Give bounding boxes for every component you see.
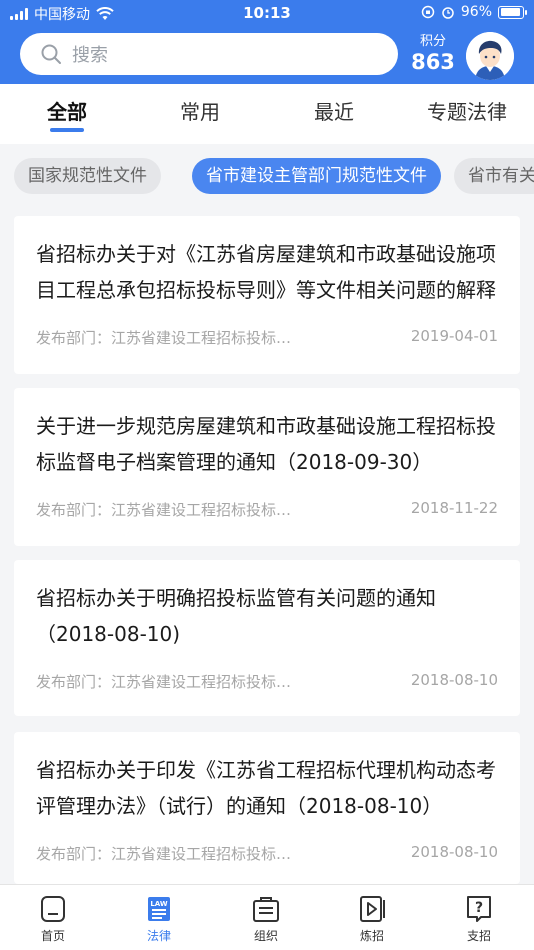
filter-chips: 国家规范性文件 省市建设主管部门规范性文件 省市有关 bbox=[0, 158, 534, 194]
article-date: 2018-08-10 bbox=[410, 843, 498, 861]
article-date: 2018-08-10 bbox=[410, 671, 498, 689]
tab-special-law[interactable]: 专题法律 bbox=[400, 96, 534, 125]
chip-national-docs[interactable]: 国家规范性文件 bbox=[14, 158, 161, 194]
nav-organization-label: 组织 bbox=[253, 929, 278, 943]
article-card[interactable]: 省招标办关于对《江苏省房屋建筑和市政基础设施项目工程总承包招标投标导则》等文件相… bbox=[14, 216, 520, 374]
search-bar[interactable]: 搜索 bbox=[20, 33, 398, 75]
points-value: 863 bbox=[411, 50, 455, 74]
svg-text:LAW: LAW bbox=[150, 900, 168, 908]
nav-law[interactable]: LAW 法律 bbox=[119, 893, 199, 944]
chip-provincial-related[interactable]: 省市有关 bbox=[454, 158, 534, 194]
search-placeholder: 搜索 bbox=[72, 45, 108, 66]
article-title: 省招标办关于明确招投标监管有关问题的通知（2018-08-10) bbox=[36, 586, 436, 646]
nav-home[interactable]: 首页 bbox=[13, 893, 93, 944]
alarm-icon bbox=[442, 7, 454, 19]
nav-practice[interactable]: 炼招 bbox=[332, 893, 412, 944]
nav-law-label: 法律 bbox=[146, 929, 171, 943]
nav-help[interactable]: ? 支招 bbox=[439, 893, 519, 944]
battery-percent: 96% bbox=[460, 4, 492, 20]
nav-help-label: 支招 bbox=[466, 929, 491, 943]
tab-common[interactable]: 常用 bbox=[133, 96, 267, 125]
avatar-icon bbox=[466, 32, 514, 80]
video-play-icon bbox=[360, 896, 385, 922]
article-dept: 发布部门：江苏省建设工程招标投标… bbox=[36, 845, 292, 863]
active-tab-indicator bbox=[50, 128, 84, 132]
rotation-lock-icon bbox=[421, 5, 435, 19]
law-icon: LAW bbox=[148, 897, 170, 921]
tab-all[interactable]: 全部 bbox=[0, 96, 134, 125]
app-header: 中国移动 10:13 96% 搜索 积分 863 bbox=[0, 0, 534, 84]
organization-icon bbox=[253, 897, 279, 922]
chip-provincial-docs[interactable]: 省市建设主管部门规范性文件 bbox=[192, 158, 441, 194]
points-display[interactable]: 积分 863 bbox=[408, 34, 458, 74]
svg-text:?: ? bbox=[475, 900, 483, 916]
help-icon: ? bbox=[467, 896, 491, 922]
article-title: 省招标办关于印发《江苏省工程招标代理机构动态考评管理办法》（试行）的通知（201… bbox=[36, 758, 496, 818]
bottom-nav: 首页 LAW 法律 组织 炼招 ? 支招 bbox=[0, 884, 534, 950]
article-card[interactable]: 省招标办关于明确招投标监管有关问题的通知（2018-08-10) 发布部门：江苏… bbox=[14, 560, 520, 716]
article-date: 2018-11-22 bbox=[410, 499, 498, 517]
nav-organization[interactable]: 组织 bbox=[226, 893, 306, 944]
category-tabs: 全部 常用 最近 专题法律 bbox=[0, 84, 534, 144]
article-title: 关于进一步规范房屋建筑和市政基础设施工程招标投标监督电子档案管理的通知（2018… bbox=[36, 414, 496, 474]
article-card[interactable]: 省招标办关于印发《江苏省工程招标代理机构动态考评管理办法》（试行）的通知（201… bbox=[14, 732, 520, 884]
battery-icon bbox=[498, 5, 527, 19]
article-dept: 发布部门：江苏省建设工程招标投标… bbox=[36, 673, 292, 691]
points-label: 积分 bbox=[419, 34, 446, 49]
article-title: 省招标办关于对《江苏省房屋建筑和市政基础设施项目工程总承包招标投标导则》等文件相… bbox=[36, 242, 496, 302]
search-icon bbox=[41, 44, 61, 64]
article-card[interactable]: 关于进一步规范房屋建筑和市政基础设施工程招标投标监督电子档案管理的通知（2018… bbox=[14, 388, 520, 546]
home-icon bbox=[41, 896, 65, 922]
nav-practice-label: 炼招 bbox=[359, 929, 384, 943]
user-avatar[interactable] bbox=[466, 32, 514, 80]
article-dept: 发布部门：江苏省建设工程招标投标… bbox=[36, 329, 292, 347]
nav-home-label: 首页 bbox=[40, 929, 65, 943]
tab-recent[interactable]: 最近 bbox=[267, 96, 401, 125]
article-date: 2019-04-01 bbox=[410, 327, 498, 345]
status-bar: 中国移动 10:13 96% bbox=[0, 0, 534, 26]
article-dept: 发布部门：江苏省建设工程招标投标… bbox=[36, 501, 292, 519]
